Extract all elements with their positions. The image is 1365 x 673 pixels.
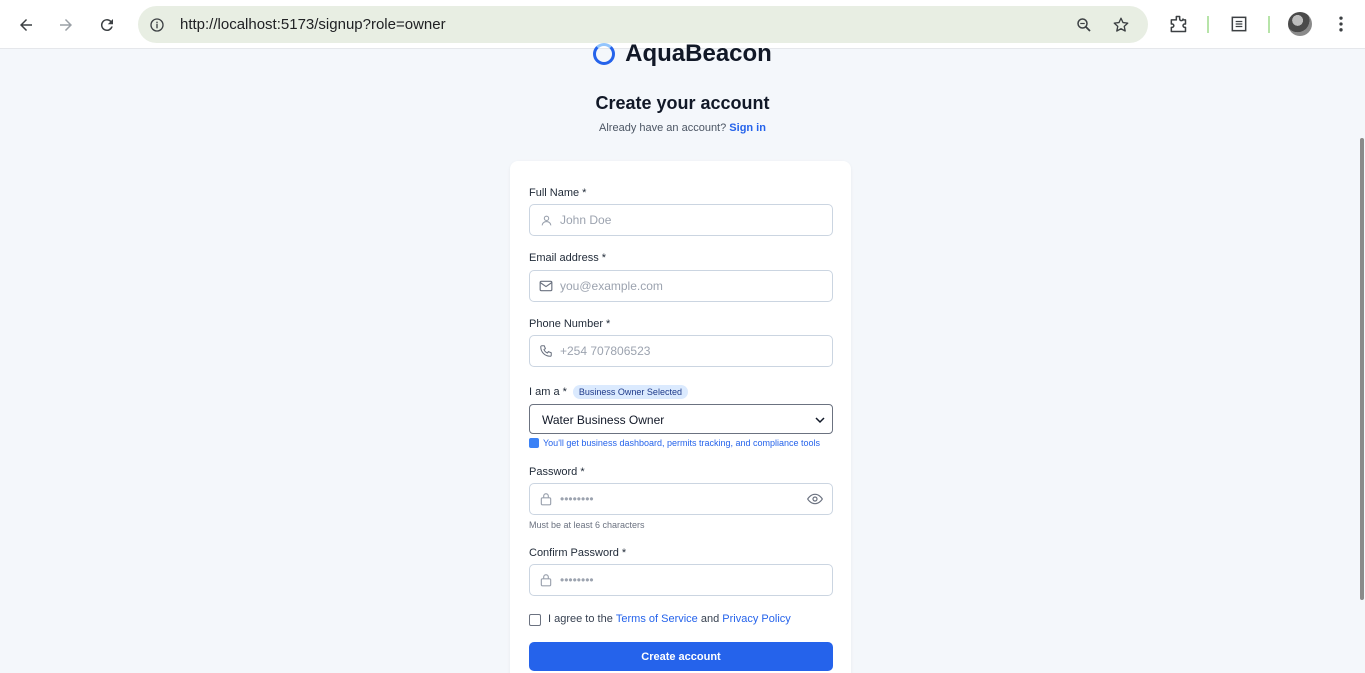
role-select-value: Water Business Owner	[542, 413, 665, 427]
password-input[interactable]	[560, 484, 820, 514]
extensions-icon[interactable]	[1166, 12, 1190, 36]
page-title: Create your account	[595, 93, 770, 113]
reload-button[interactable]	[91, 9, 123, 41]
address-bar[interactable]: http://localhost:5173/signup?role=owner	[138, 6, 1148, 43]
reload-icon	[100, 19, 113, 32]
email-field[interactable]	[529, 270, 833, 302]
password-field[interactable]	[529, 483, 833, 515]
password-label: Password *	[529, 466, 585, 478]
confirm-password-field[interactable]	[529, 564, 833, 596]
menu-kebab-icon[interactable]	[1329, 12, 1353, 36]
reading-list-icon[interactable]	[1227, 12, 1251, 36]
mail-icon	[539, 279, 553, 293]
agree-and: and	[700, 613, 720, 625]
info-square-icon	[529, 438, 539, 448]
role-hint-text: You'll get business dashboard, permits t…	[543, 438, 821, 448]
forward-button[interactable]	[50, 9, 82, 41]
role-label: I am a *	[529, 385, 567, 398]
phone-label: Phone Number *	[529, 318, 611, 330]
full-name-field[interactable]	[529, 204, 833, 236]
logo-ring-icon	[593, 43, 616, 65]
password-hint: Must be at least 6 characters	[529, 520, 645, 530]
phone-input[interactable]	[560, 336, 820, 366]
bookmark-star-icon[interactable]	[1110, 14, 1131, 35]
scrollbar-thumb[interactable]	[1360, 138, 1364, 600]
signin-prompt: Already have an account? Sign in	[0, 122, 1365, 134]
phone-icon	[539, 344, 553, 358]
role-badge: Business Owner Selected	[572, 385, 688, 399]
confirm-password-input[interactable]	[560, 565, 820, 595]
create-account-button[interactable]: Create account	[529, 642, 833, 671]
email-input[interactable]	[560, 271, 820, 301]
toolbar-divider	[1268, 16, 1270, 33]
terms-checkbox[interactable]	[529, 614, 541, 626]
signin-link[interactable]: Sign in	[729, 122, 766, 134]
lock-icon	[539, 492, 553, 506]
phone-field[interactable]	[529, 335, 833, 367]
brand-name: AquaBeacon	[625, 40, 772, 67]
eye-icon[interactable]	[807, 492, 823, 506]
agree-prefix: I agree to the	[548, 613, 613, 625]
user-icon	[539, 213, 553, 227]
confirm-password-label: Confirm Password *	[529, 547, 627, 559]
toolbar-divider	[1207, 16, 1209, 33]
site-info-icon[interactable]	[146, 14, 167, 35]
email-label: Email address *	[529, 252, 607, 264]
full-name-label: Full Name *	[529, 187, 587, 199]
role-select[interactable]: Water Business Owner	[529, 404, 833, 434]
terms-agreement: I agree to the Terms of Service and Priv…	[529, 612, 791, 626]
role-label-row: I am a * Business Owner Selected	[529, 385, 688, 399]
role-hint: You'll get business dashboard, permits t…	[529, 438, 820, 448]
back-button[interactable]	[10, 9, 42, 41]
forward-arrow-icon	[60, 19, 72, 31]
page-scrollbar[interactable]	[1359, 50, 1365, 673]
signin-prompt-text: Already have an account?	[599, 122, 727, 134]
chevron-down-icon	[814, 414, 826, 426]
address-url[interactable]: http://localhost:5173/signup?role=owner	[180, 16, 446, 33]
lock-icon	[539, 573, 553, 587]
privacy-link[interactable]: Privacy Policy	[722, 613, 790, 625]
profile-avatar[interactable]	[1288, 12, 1312, 36]
full-name-input[interactable]	[560, 205, 820, 235]
back-arrow-icon	[20, 19, 32, 31]
zoom-icon[interactable]	[1073, 14, 1094, 35]
brand-header: AquaBeacon	[0, 40, 1365, 68]
terms-link[interactable]: Terms of Service	[616, 613, 698, 625]
